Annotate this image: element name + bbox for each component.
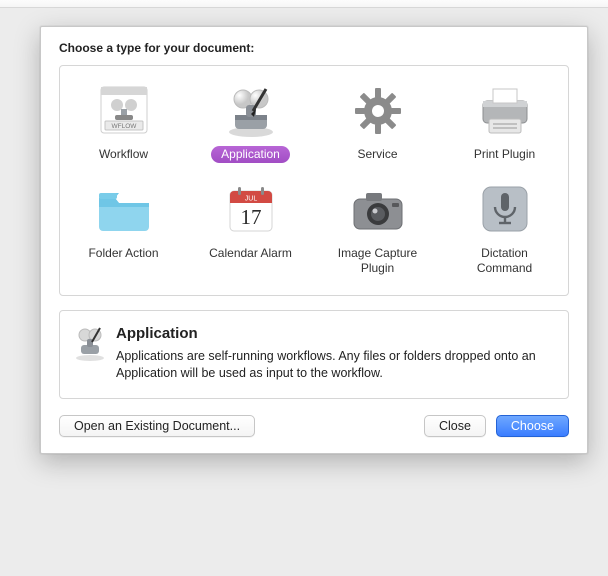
type-label: Calendar Alarm [199,245,302,262]
gear-icon [343,80,413,142]
document-type-grid: WFLOW Workflow [59,65,569,296]
type-label: Image Capture Plugin [318,245,437,277]
calendar-month: JUL [244,196,257,203]
type-option-calendar-alarm[interactable]: JUL 17 Calendar Alarm [187,175,314,289]
type-option-print-plugin[interactable]: Print Plugin [441,76,568,175]
button-row: Open an Existing Document... Close Choos… [59,415,569,437]
type-label: Workflow [89,146,158,163]
prompt-label: Choose a type for your document: [59,41,569,55]
close-button[interactable]: Close [424,415,486,437]
choose-button[interactable]: Choose [496,415,569,437]
type-label: Dictation Command [445,245,564,277]
window-titlebar [0,0,608,8]
svg-text:WFLOW: WFLOW [111,123,137,130]
description-icon [70,323,110,363]
type-label: Application [211,146,290,163]
camera-icon [343,179,413,241]
template-chooser-sheet: Choose a type for your document: WFLOW [40,26,588,454]
printer-icon [470,80,540,142]
type-label: Service [347,146,407,163]
type-option-service[interactable]: Service [314,76,441,175]
workflow-icon: WFLOW [89,80,159,142]
folder-icon [89,179,159,241]
description-title: Application [116,325,554,342]
type-option-image-capture[interactable]: Image Capture Plugin [314,175,441,289]
type-option-workflow[interactable]: WFLOW Workflow [60,76,187,175]
microphone-icon [470,179,540,241]
calendar-day: 17 [240,205,261,229]
type-label: Folder Action [78,245,168,262]
type-option-application[interactable]: Application [187,76,314,175]
type-option-folder-action[interactable]: Folder Action [60,175,187,289]
calendar-icon: JUL 17 [216,179,286,241]
application-icon [216,80,286,142]
type-label: Print Plugin [464,146,545,163]
description-panel: Application Applications are self-runnin… [59,310,569,399]
description-body: Applications are self-running workflows.… [116,348,554,382]
type-option-dictation[interactable]: Dictation Command [441,175,568,289]
open-existing-button[interactable]: Open an Existing Document... [59,415,255,437]
